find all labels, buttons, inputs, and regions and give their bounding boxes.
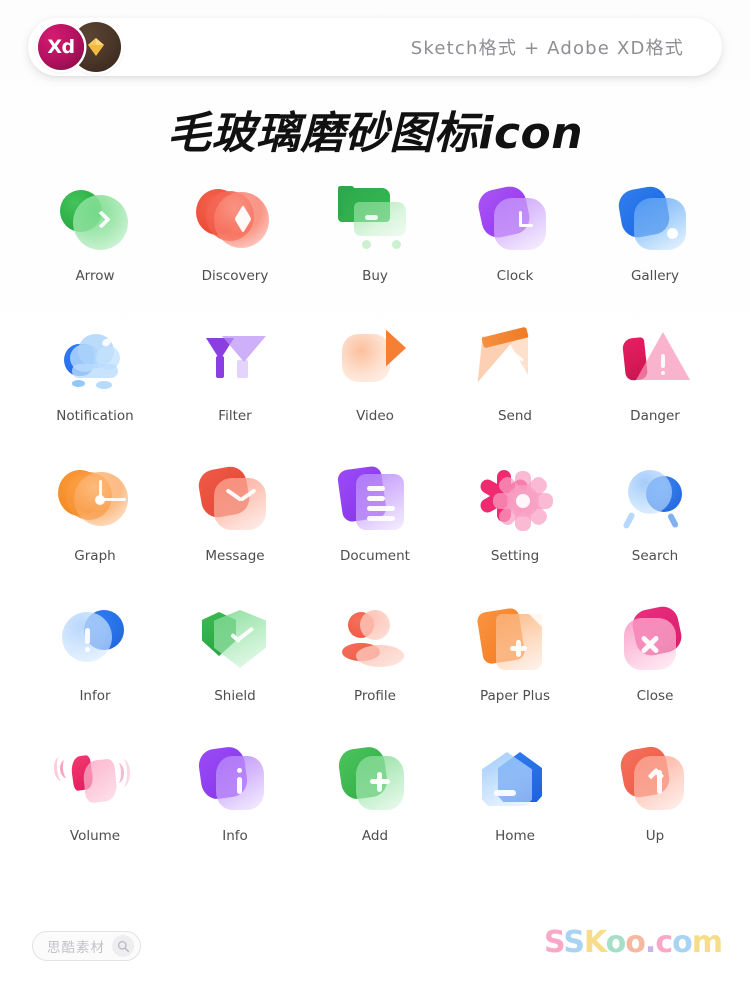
icon-label: Clock: [496, 268, 534, 284]
icon-cell-document[interactable]: Document: [305, 458, 445, 574]
icon-label: Graph: [74, 548, 116, 564]
icon-cell-danger[interactable]: Danger: [585, 318, 725, 434]
brand-letter: o: [624, 925, 647, 960]
icon-label: Send: [497, 408, 532, 424]
format-label: Sketch格式 + Adobe XD格式: [410, 38, 684, 59]
icon-label: Profile: [354, 688, 396, 704]
video-camera-icon: [332, 318, 418, 402]
icon-label: Info: [222, 828, 248, 844]
icon-label: Notification: [56, 408, 134, 424]
icon-label: Setting: [490, 548, 540, 564]
icon-cell-filter[interactable]: Filter: [165, 318, 305, 434]
icon-label: Discovery: [201, 268, 269, 284]
document-plus-icon: [472, 598, 558, 682]
envelope-mail-icon: [192, 458, 278, 542]
format-badges: Xd: [38, 22, 142, 72]
user-profile-icon: [332, 598, 418, 682]
icon-label: Filter: [218, 408, 252, 424]
brand-letter: K: [583, 925, 608, 960]
icon-label: Shield: [214, 688, 256, 704]
icon-label: Gallery: [630, 268, 680, 284]
icon-cell-volume[interactable]: Volume: [25, 738, 165, 854]
watermark-pill[interactable]: 思酷素材: [32, 931, 141, 961]
adobe-xd-logo-icon: Xd: [38, 24, 84, 70]
plus-add-icon: [332, 738, 418, 822]
icon-cell-video[interactable]: Video: [305, 318, 445, 434]
paper-plane-send-icon: [472, 318, 558, 402]
icon-label: Infor: [79, 688, 111, 704]
icon-label: Search: [631, 548, 679, 564]
brand-letter: S: [543, 925, 566, 960]
icon-cell-close[interactable]: Close: [585, 598, 725, 714]
icon-cell-paper-plus[interactable]: Paper Plus: [445, 598, 585, 714]
search-icon: [112, 935, 134, 957]
icon-cell-home[interactable]: Home: [445, 738, 585, 854]
icon-label: Close: [636, 688, 674, 704]
brand-letter: o: [671, 925, 694, 960]
brand-letter: S: [562, 925, 586, 960]
document-lines-icon: [332, 458, 418, 542]
info-circle-icon: [52, 598, 138, 682]
gear-settings-icon: [472, 458, 558, 542]
icon-cell-clock[interactable]: Clock: [445, 178, 585, 294]
icon-cell-profile[interactable]: Profile: [305, 598, 445, 714]
icon-cell-buy[interactable]: Buy: [305, 178, 445, 294]
icon-label: Paper Plus: [479, 688, 550, 704]
icon-cell-notification[interactable]: Notification: [25, 318, 165, 434]
icon-cell-discovery[interactable]: Discovery: [165, 178, 305, 294]
icon-cell-add[interactable]: Add: [305, 738, 445, 854]
icon-cell-graph[interactable]: Graph: [25, 458, 165, 574]
icon-label: Message: [205, 548, 265, 564]
brand-letter: m: [690, 925, 724, 960]
magnifier-search-icon: [612, 458, 698, 542]
header-bar: Xd Sketch格式 + Adobe XD格式: [28, 18, 722, 76]
clock-icon: [472, 178, 558, 262]
arrow-up-icon: [612, 738, 698, 822]
brand-letter: o: [604, 925, 627, 960]
pie-chart-icon: [52, 458, 138, 542]
icon-label: Video: [356, 408, 394, 424]
info-square-icon: [192, 738, 278, 822]
icon-cell-gallery[interactable]: Gallery: [585, 178, 725, 294]
icon-cell-shield[interactable]: Shield: [165, 598, 305, 714]
arrow-chevron-right-icon: [52, 178, 138, 262]
watermark-label: 思酷素材: [47, 940, 105, 956]
photo-gallery-icon: [612, 178, 698, 262]
icon-label: Arrow: [75, 268, 115, 284]
brand-letter: .: [644, 925, 658, 960]
icon-cell-info[interactable]: Info: [165, 738, 305, 854]
icon-cell-send[interactable]: Send: [445, 318, 585, 434]
warning-triangle-icon: [612, 318, 698, 402]
shield-check-icon: [192, 598, 278, 682]
icon-cell-up[interactable]: Up: [585, 738, 725, 854]
icon-label: Buy: [362, 268, 388, 284]
icon-cell-arrow[interactable]: Arrow: [25, 178, 165, 294]
icon-cell-message[interactable]: Message: [165, 458, 305, 574]
home-house-icon: [472, 738, 558, 822]
compass-icon: [192, 178, 278, 262]
brand-logo: SSKoo.com: [543, 925, 724, 960]
funnel-filter-icon: [192, 318, 278, 402]
speaker-volume-icon: [52, 738, 138, 822]
close-x-icon: [612, 598, 698, 682]
cloud-bell-icon: [52, 318, 138, 402]
icon-label: Volume: [69, 828, 121, 844]
icon-label: Document: [340, 548, 410, 564]
icon-cell-setting[interactable]: Setting: [445, 458, 585, 574]
icon-label: Add: [361, 828, 389, 844]
page-title: 毛玻璃磨砂图标icon: [166, 108, 584, 159]
icon-label: Home: [495, 828, 535, 844]
icon-label: Up: [645, 828, 665, 844]
brand-letter: c: [654, 925, 674, 960]
icon-cell-search[interactable]: Search: [585, 458, 725, 574]
icon-set-preview-page: Xd Sketch格式 + Adobe XD格式 毛玻璃磨砂图标icon Arr…: [0, 0, 750, 1000]
icon-grid: Arrow Discovery Buy Clock Gallery Notifi…: [25, 178, 725, 854]
icon-label: Danger: [630, 408, 680, 424]
icon-cell-infor[interactable]: Infor: [25, 598, 165, 714]
shopping-cart-icon: [332, 178, 418, 262]
